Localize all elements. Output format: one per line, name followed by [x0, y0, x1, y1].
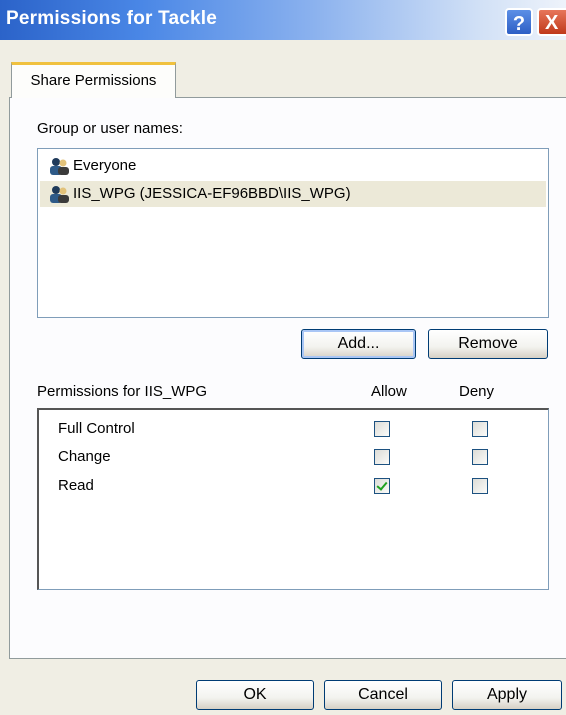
close-button[interactable]: X — [537, 8, 566, 36]
permission-label-read: Read — [58, 477, 94, 494]
allow-column-header: Allow — [371, 383, 407, 400]
full-control-allow-checkbox[interactable] — [374, 421, 390, 437]
deny-column-header: Deny — [459, 383, 495, 400]
permission-label-change: Change — [58, 448, 111, 465]
list-item-everyone[interactable]: Everyone — [40, 153, 546, 179]
cancel-button[interactable]: Cancel — [324, 680, 442, 710]
apply-button[interactable]: Apply — [452, 680, 562, 710]
group-or-user-names-label: Group or user names: — [37, 120, 183, 137]
user-group-icon — [50, 186, 69, 203]
read-allow-checkbox[interactable] — [374, 478, 390, 494]
read-deny-checkbox[interactable] — [472, 478, 488, 494]
window-title: Permissions for Tackle — [6, 8, 218, 29]
list-item-label: Everyone — [73, 157, 137, 174]
permissions-list: Full Control Change Read — [37, 408, 549, 590]
list-item-iis-wpg[interactable]: IIS_WPG (JESSICA-EF96BBD\IIS_WPG) — [40, 181, 546, 207]
list-item-label: IIS_WPG (JESSICA-EF96BBD\IIS_WPG) — [73, 185, 351, 202]
help-button[interactable]: ? — [505, 8, 533, 36]
permission-label-full-control: Full Control — [58, 420, 135, 437]
change-deny-checkbox[interactable] — [472, 449, 488, 465]
remove-button[interactable]: Remove — [428, 329, 548, 359]
user-listbox[interactable]: Everyone IIS_WPG (JESSICA-EF96BBD\IIS_WP… — [37, 148, 549, 318]
title-bar: Permissions for Tackle ? X — [0, 0, 566, 40]
permissions-header: Permissions for IIS_WPG — [37, 383, 208, 400]
tab-share-permissions[interactable]: Share Permissions — [11, 62, 176, 98]
user-group-icon — [50, 158, 69, 175]
ok-button[interactable]: OK — [196, 680, 314, 710]
add-button[interactable]: Add... — [301, 329, 416, 359]
full-control-deny-checkbox[interactable] — [472, 421, 488, 437]
change-allow-checkbox[interactable] — [374, 449, 390, 465]
